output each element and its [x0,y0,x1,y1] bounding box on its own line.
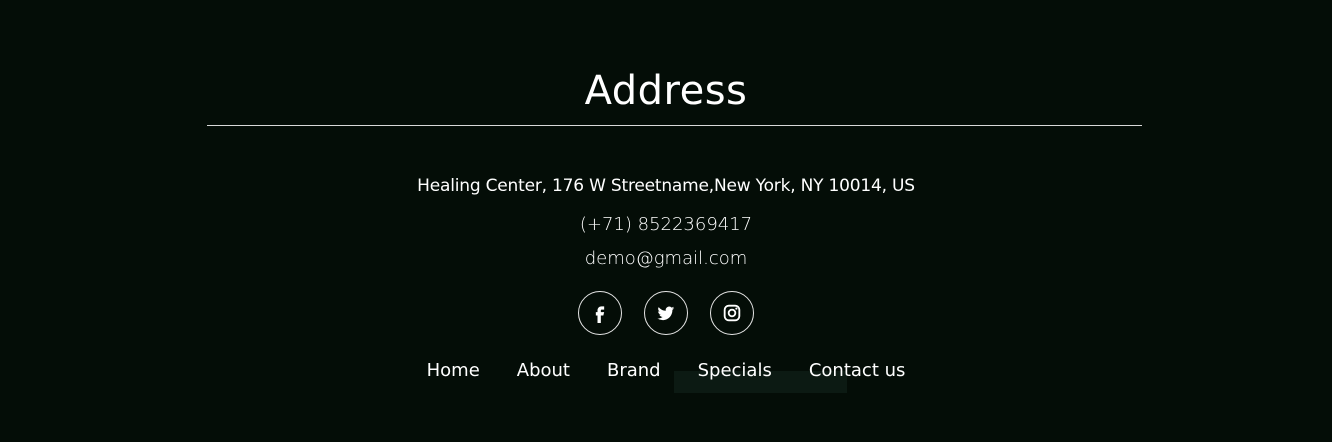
instagram-icon [723,304,741,322]
nav-brand-link[interactable]: Brand [607,357,661,387]
nav-about-link[interactable]: About [517,357,570,387]
footer: Address Healing Center, 176 W Streetname… [0,0,1332,442]
instagram-link[interactable] [710,291,754,335]
address-heading: Address [584,68,748,114]
street-address: Healing Center, 176 W Streetname,New Yor… [417,176,915,196]
email-address: demo@gmail.com [584,248,748,269]
facebook-icon [595,306,605,323]
phone-number: (+71) 8522369417 [579,214,753,235]
twitter-link[interactable] [644,291,688,335]
facebook-link[interactable] [578,291,622,335]
nav-contact-link[interactable]: Contact us [809,357,906,387]
nav-specials-link[interactable]: Specials [698,357,772,387]
heading-divider [207,125,1142,126]
nav-home-link[interactable]: Home [427,357,480,387]
twitter-icon [657,306,675,321]
footer-nav: Home About Brand Specials Contact us [0,357,1332,387]
social-links [0,291,1332,335]
